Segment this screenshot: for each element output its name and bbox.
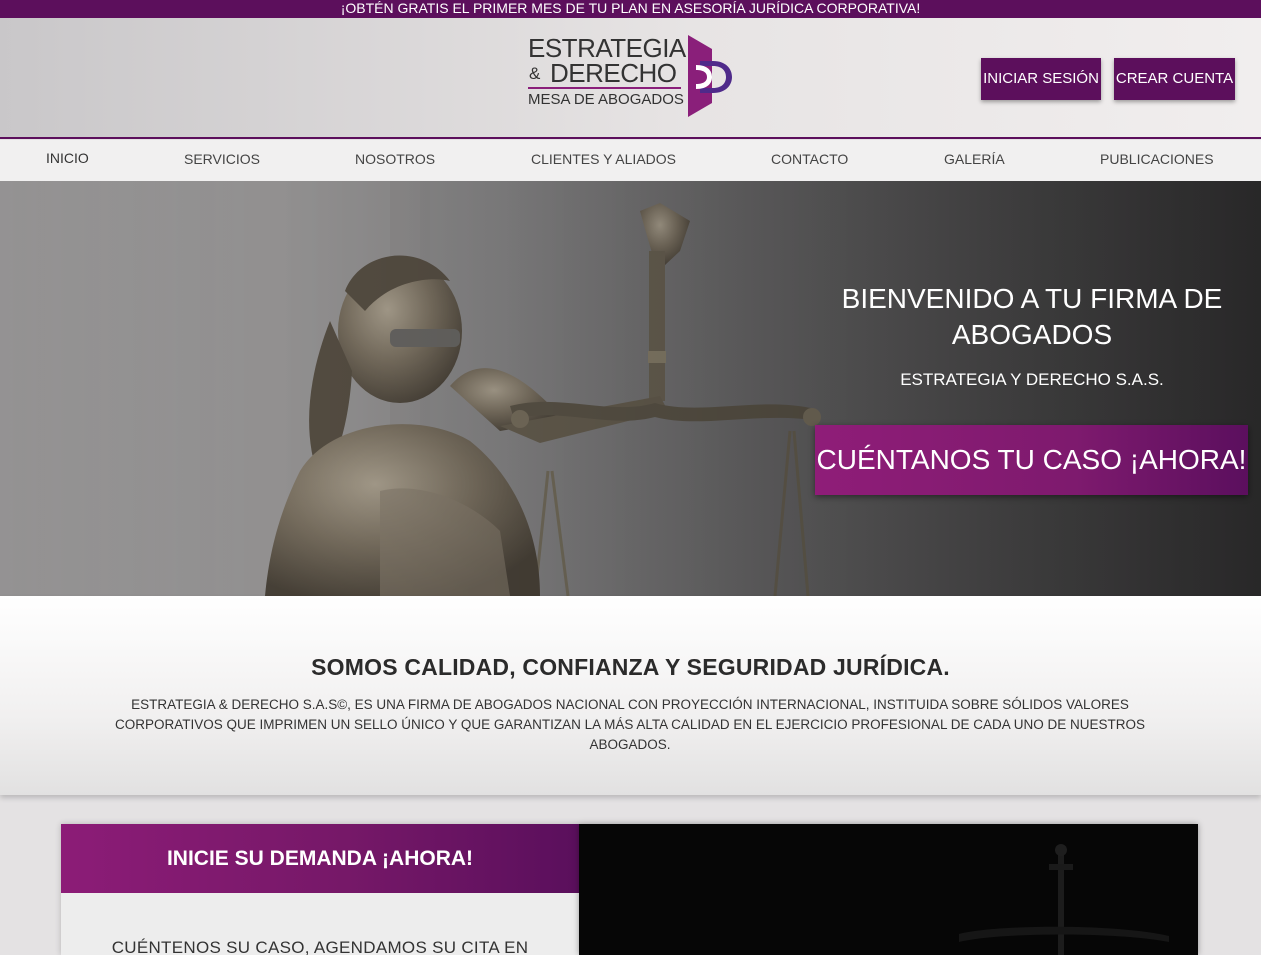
about-title: SOMOS CALIDAD, CONFIANZA Y SEGURIDAD JUR… bbox=[311, 654, 950, 680]
nav-item-galeria[interactable]: GALERÍA bbox=[944, 140, 1005, 181]
demand-description: CUÉNTENOS SU CASO, AGENDAMOS SU CITA EN bbox=[111, 938, 529, 955]
logo-divider bbox=[528, 87, 681, 89]
video-panel[interactable] bbox=[579, 824, 1198, 955]
demand-panel: INICIE SU DEMANDA ¡AHORA! CUÉNTENOS SU C… bbox=[61, 824, 579, 955]
logo-ampersand: & bbox=[529, 64, 541, 83]
about-text: ESTRATEGIA & DERECHO S.A.S©, ES UNA FIRM… bbox=[115, 697, 1145, 752]
login-button[interactable]: INICIAR SESIÓN bbox=[981, 58, 1101, 100]
hero-title: BIENVENIDO A TU FIRMA DE ABOGADOS bbox=[841, 283, 1223, 350]
hero-banner: BIENVENIDO A TU FIRMA DE ABOGADOS ESTRAT… bbox=[0, 181, 1261, 596]
nav-item-inicio[interactable]: INICIO bbox=[46, 140, 89, 184]
start-demand-button[interactable]: INICIE SU DEMANDA ¡AHORA! bbox=[61, 824, 579, 893]
nav-item-servicios[interactable]: SERVICIOS bbox=[184, 140, 260, 181]
main-nav: INICIO SERVICIOS NOSOTROS CLIENTES Y ALI… bbox=[0, 140, 1261, 184]
nav-item-nosotros[interactable]: NOSOTROS bbox=[355, 140, 435, 181]
brand-logo[interactable]: ESTRATEGIA & DERECHO MESA DE ABOGADOS bbox=[526, 35, 738, 117]
logo-mark-icon bbox=[688, 35, 732, 117]
site-header: ESTRATEGIA & DERECHO MESA DE ABOGADOS IN… bbox=[0, 18, 1261, 139]
tell-us-your-case-button[interactable]: CUÉNTANOS TU CASO ¡AHORA! bbox=[815, 425, 1248, 495]
hero-subtitle: ESTRATEGIA Y DERECHO S.A.S. bbox=[900, 370, 1164, 389]
about-section: SOMOS CALIDAD, CONFIANZA Y SEGURIDAD JUR… bbox=[0, 596, 1261, 795]
signup-button[interactable]: CREAR CUENTA bbox=[1114, 58, 1235, 100]
logo-text-mesa: MESA DE ABOGADOS bbox=[528, 91, 684, 108]
nav-item-publicaciones[interactable]: PUBLICACIONES bbox=[1100, 140, 1214, 181]
promo-banner[interactable]: ¡OBTÉN GRATIS EL PRIMER MES DE TU PLAN E… bbox=[0, 0, 1261, 18]
nav-item-contacto[interactable]: CONTACTO bbox=[771, 140, 848, 181]
logo-text-derecho: DERECHO bbox=[550, 58, 677, 88]
scale-silhouette-image bbox=[959, 844, 1169, 955]
nav-item-clientes-aliados[interactable]: CLIENTES Y ALIADOS bbox=[531, 140, 676, 181]
